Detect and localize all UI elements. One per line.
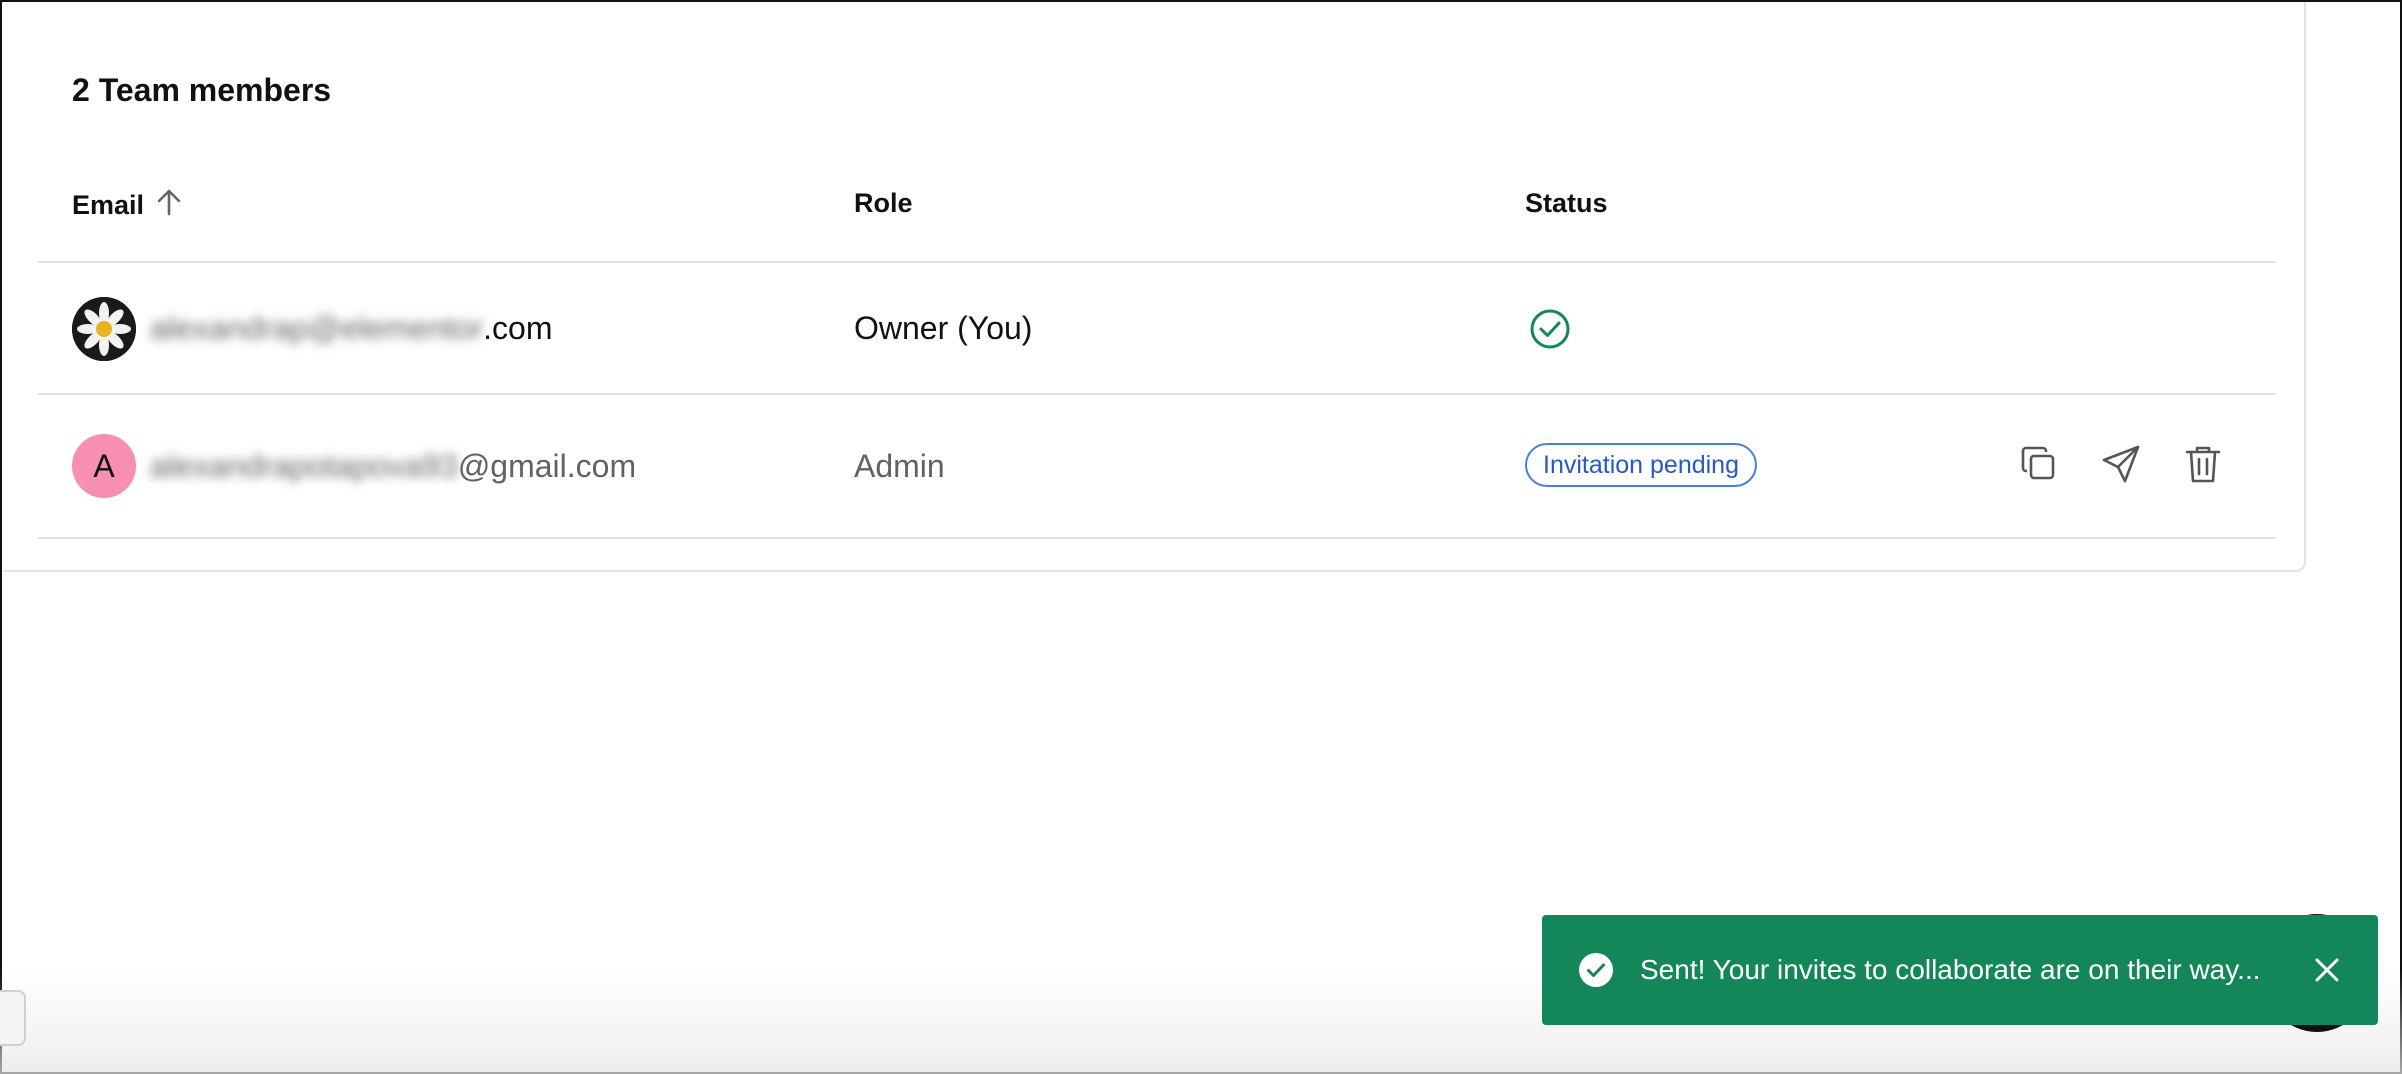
status-badge: Invitation pending [1525,443,1757,487]
table-row: alexandrap@elementor.com Owner (You) [38,265,2276,393]
send-icon [2102,445,2140,483]
member-role: Owner (You) [854,310,1033,346]
avatar-letter: A [93,447,115,484]
email-blurred: alexandrap@elementor [150,310,484,346]
resend-invite-button[interactable] [2100,443,2142,485]
side-panel-handle[interactable] [0,990,26,1046]
member-role: Admin [854,448,945,484]
page-title: 2 Team members [72,72,332,108]
email-visible: @gmail.com [457,448,637,484]
member-email: alexandrapotapova93@gmail.com [150,448,636,485]
check-circle-icon [1528,307,1572,356]
delete-member-button[interactable] [2182,443,2224,485]
success-toast: Sent! Your invites to collaborate are on… [1542,915,2378,1025]
check-circle-icon [1579,953,1613,987]
column-header-email-label: Email [72,190,145,220]
team-members-panel: 2 Team members Email Role Status alexand… [4,2,2306,572]
header-divider [38,261,2276,263]
column-header-status[interactable]: Status [1525,188,1608,219]
member-email: alexandrap@elementor.com [150,310,552,347]
toast-message: Sent! Your invites to collaborate are on… [1640,954,2261,985]
avatar: A [72,434,136,498]
close-icon[interactable] [2312,955,2342,985]
copy-invite-link-button[interactable] [2018,443,2060,485]
arrow-up-icon [156,188,182,223]
trash-icon [2185,446,2221,483]
daisy-photo-avatar [72,297,136,361]
column-header-email[interactable]: Email [72,188,182,223]
table-row: A alexandrapotapova93@gmail.com Admin In… [38,395,2276,537]
avatar [72,297,136,361]
email-visible: .com [483,310,553,346]
email-blurred: alexandrapotapova93 [150,448,458,484]
row-divider [38,537,2276,539]
row-actions [2018,443,2224,485]
copy-icon [2021,446,2055,480]
column-header-role[interactable]: Role [854,188,913,219]
